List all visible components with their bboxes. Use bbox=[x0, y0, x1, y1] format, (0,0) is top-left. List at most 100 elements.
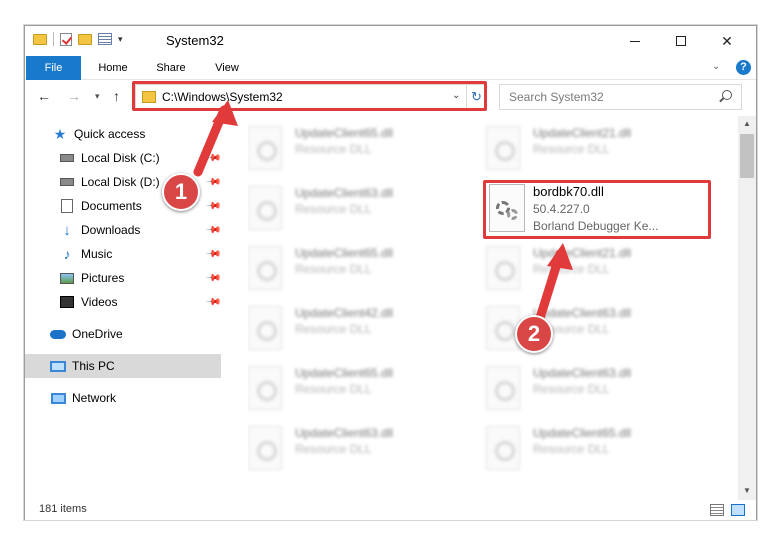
expand-ribbon-icon[interactable]: ⌄ bbox=[712, 61, 720, 72]
sidebar-item-music[interactable]: ♪ Music 📌 bbox=[25, 242, 222, 266]
customize-toolbar-icon[interactable]: ▾ bbox=[118, 34, 123, 45]
pin-icon[interactable]: 📌 bbox=[205, 246, 222, 263]
file-type: Resource DLL bbox=[533, 382, 610, 396]
close-button[interactable]: ✕ bbox=[704, 26, 750, 56]
file-type: Resource DLL bbox=[295, 442, 372, 456]
file-name: UpdateClient63.dll bbox=[533, 366, 632, 380]
sidebar-item-network[interactable]: Network bbox=[25, 386, 221, 410]
dll-file-icon bbox=[248, 126, 282, 170]
step-1-badge: 1 bbox=[162, 173, 200, 211]
toolbar-divider bbox=[53, 32, 54, 46]
scroll-down-icon[interactable]: ▼ bbox=[743, 486, 751, 495]
file-item[interactable]: UpdateClient65.dll Resource DLL bbox=[248, 362, 468, 418]
search-input[interactable]: Search System32 bbox=[499, 84, 742, 110]
file-list: UpdateClient65.dll Resource DLL UpdateCl… bbox=[248, 122, 738, 498]
sidebar-item-downloads[interactable]: ↓ Downloads 📌 bbox=[25, 218, 221, 242]
pin-icon[interactable]: 📌 bbox=[205, 198, 222, 215]
file-item[interactable]: UpdateClient65.dll Resource DLL bbox=[486, 422, 706, 478]
pin-icon[interactable]: 📌 bbox=[205, 270, 222, 287]
view-options-icon[interactable] bbox=[98, 33, 112, 45]
sidebar-item-this-pc[interactable]: This PC bbox=[25, 354, 221, 378]
properties-check-icon[interactable] bbox=[60, 32, 72, 46]
file-type: Resource DLL bbox=[295, 262, 372, 276]
new-folder-icon[interactable] bbox=[78, 33, 92, 45]
file-item[interactable]: UpdateClient42.dll Resource DLL bbox=[248, 302, 468, 358]
dll-file-icon bbox=[486, 126, 520, 170]
tab-share[interactable]: Share bbox=[143, 56, 199, 80]
up-arrow-icon[interactable]: ↑ bbox=[113, 88, 120, 104]
sidebar-item-label: Videos bbox=[81, 295, 118, 309]
file-type: Resource DLL bbox=[533, 262, 610, 276]
sidebar-item-label: Music bbox=[81, 247, 113, 261]
recent-locations-icon[interactable]: ▾ bbox=[95, 91, 100, 102]
sidebar-item-onedrive[interactable]: OneDrive bbox=[25, 322, 221, 346]
file-item[interactable]: UpdateClient63.dll Resource DLL bbox=[248, 422, 468, 478]
file-name: UpdateClient63.dll bbox=[295, 186, 394, 200]
file-name: UpdateClient63.dll bbox=[295, 426, 394, 440]
tab-file[interactable]: File bbox=[26, 56, 81, 80]
sidebar-item-local-disk-c[interactable]: Local Disk (C:) 📌 bbox=[25, 146, 222, 170]
sidebar-item-label: Local Disk (D:) bbox=[81, 175, 160, 189]
scrollbar-thumb[interactable] bbox=[740, 134, 754, 178]
file-type: Resource DLL bbox=[533, 142, 610, 156]
ribbon-tabs: File Home Share View ⌄ ? bbox=[25, 56, 756, 80]
folder-icon bbox=[142, 91, 156, 103]
videos-icon bbox=[59, 294, 75, 310]
navigation-bar: ← → ▾ ↑ C:\Windows\System32 ⌄ ↻ Search S… bbox=[25, 82, 756, 114]
file-type: Resource DLL bbox=[295, 142, 372, 156]
refresh-icon[interactable]: ↻ bbox=[466, 85, 486, 109]
file-name: UpdateClient65.dll bbox=[295, 366, 394, 380]
minimize-button[interactable] bbox=[612, 26, 658, 56]
pin-icon[interactable]: 📌 bbox=[205, 294, 222, 311]
dll-file-icon bbox=[486, 366, 520, 410]
address-bar[interactable]: C:\Windows\System32 ⌄ ↻ bbox=[135, 84, 486, 110]
highlighted-file-item[interactable]: bordbk70.dll 50.4.227.0 Borland Debugger… bbox=[487, 182, 711, 238]
file-item[interactable]: UpdateClient65.dll Resource DLL bbox=[248, 242, 468, 298]
sidebar-item-label: Pictures bbox=[81, 271, 125, 285]
pin-icon[interactable]: 📌 bbox=[205, 150, 222, 167]
file-item[interactable]: UpdateClient63.dll Resource DLL bbox=[248, 182, 468, 238]
drive-icon bbox=[59, 150, 75, 166]
file-name: UpdateClient65.dll bbox=[295, 246, 394, 260]
tab-home[interactable]: Home bbox=[85, 56, 141, 80]
sidebar-item-quick-access[interactable]: ★ Quick access bbox=[25, 122, 221, 146]
quick-access-toolbar: ▾ bbox=[33, 32, 123, 46]
details-view-icon[interactable] bbox=[710, 504, 724, 516]
file-item[interactable]: UpdateClient21.dll Resource DLL bbox=[486, 122, 706, 178]
pin-icon[interactable]: 📌 bbox=[205, 174, 222, 191]
onedrive-icon bbox=[50, 326, 66, 342]
vertical-scrollbar[interactable]: ▲ ▼ bbox=[738, 116, 756, 500]
sidebar-item-videos[interactable]: Videos 📌 bbox=[25, 290, 222, 314]
file-name: UpdateClient65.dll bbox=[533, 426, 632, 440]
pin-icon[interactable]: 📌 bbox=[205, 222, 222, 239]
large-icons-view-icon[interactable] bbox=[731, 504, 745, 516]
sidebar-item-pictures[interactable]: Pictures 📌 bbox=[25, 266, 222, 290]
help-icon[interactable]: ? bbox=[736, 60, 751, 75]
star-icon: ★ bbox=[53, 125, 67, 142]
sidebar-item-label: This PC bbox=[72, 359, 115, 373]
search-icon[interactable] bbox=[722, 90, 732, 100]
close-icon: ✕ bbox=[721, 32, 733, 49]
address-path[interactable]: C:\Windows\System32 bbox=[162, 90, 283, 104]
forward-arrow-icon[interactable]: → bbox=[67, 88, 81, 104]
documents-icon bbox=[59, 198, 75, 214]
tab-view[interactable]: View bbox=[201, 56, 253, 80]
back-arrow-icon[interactable]: ← bbox=[37, 88, 51, 104]
file-item[interactable]: UpdateClient21.dll Resource DLL bbox=[486, 242, 706, 298]
file-name: UpdateClient21.dll bbox=[533, 246, 632, 260]
file-description: Borland Debugger Ke... bbox=[533, 219, 659, 233]
sidebar-item-label: Network bbox=[72, 391, 117, 405]
network-icon bbox=[50, 390, 66, 406]
file-type: Resource DLL bbox=[295, 322, 372, 336]
file-item[interactable]: UpdateClient63.dll Resource DLL bbox=[486, 362, 706, 418]
address-dropdown-icon[interactable]: ⌄ bbox=[452, 90, 460, 101]
maximize-button[interactable] bbox=[658, 26, 704, 56]
scroll-up-icon[interactable]: ▲ bbox=[743, 119, 751, 128]
explorer-window: ▾ System32 ✕ File Home Share View ⌄ ? ← … bbox=[24, 25, 757, 520]
music-icon: ♪ bbox=[63, 246, 71, 262]
file-name: bordbk70.dll bbox=[533, 184, 604, 199]
file-type: Resource DLL bbox=[533, 442, 610, 456]
gear-icon bbox=[507, 209, 518, 220]
sidebar-item-label: Quick access bbox=[74, 127, 146, 141]
file-item[interactable]: UpdateClient65.dll Resource DLL bbox=[248, 122, 468, 178]
